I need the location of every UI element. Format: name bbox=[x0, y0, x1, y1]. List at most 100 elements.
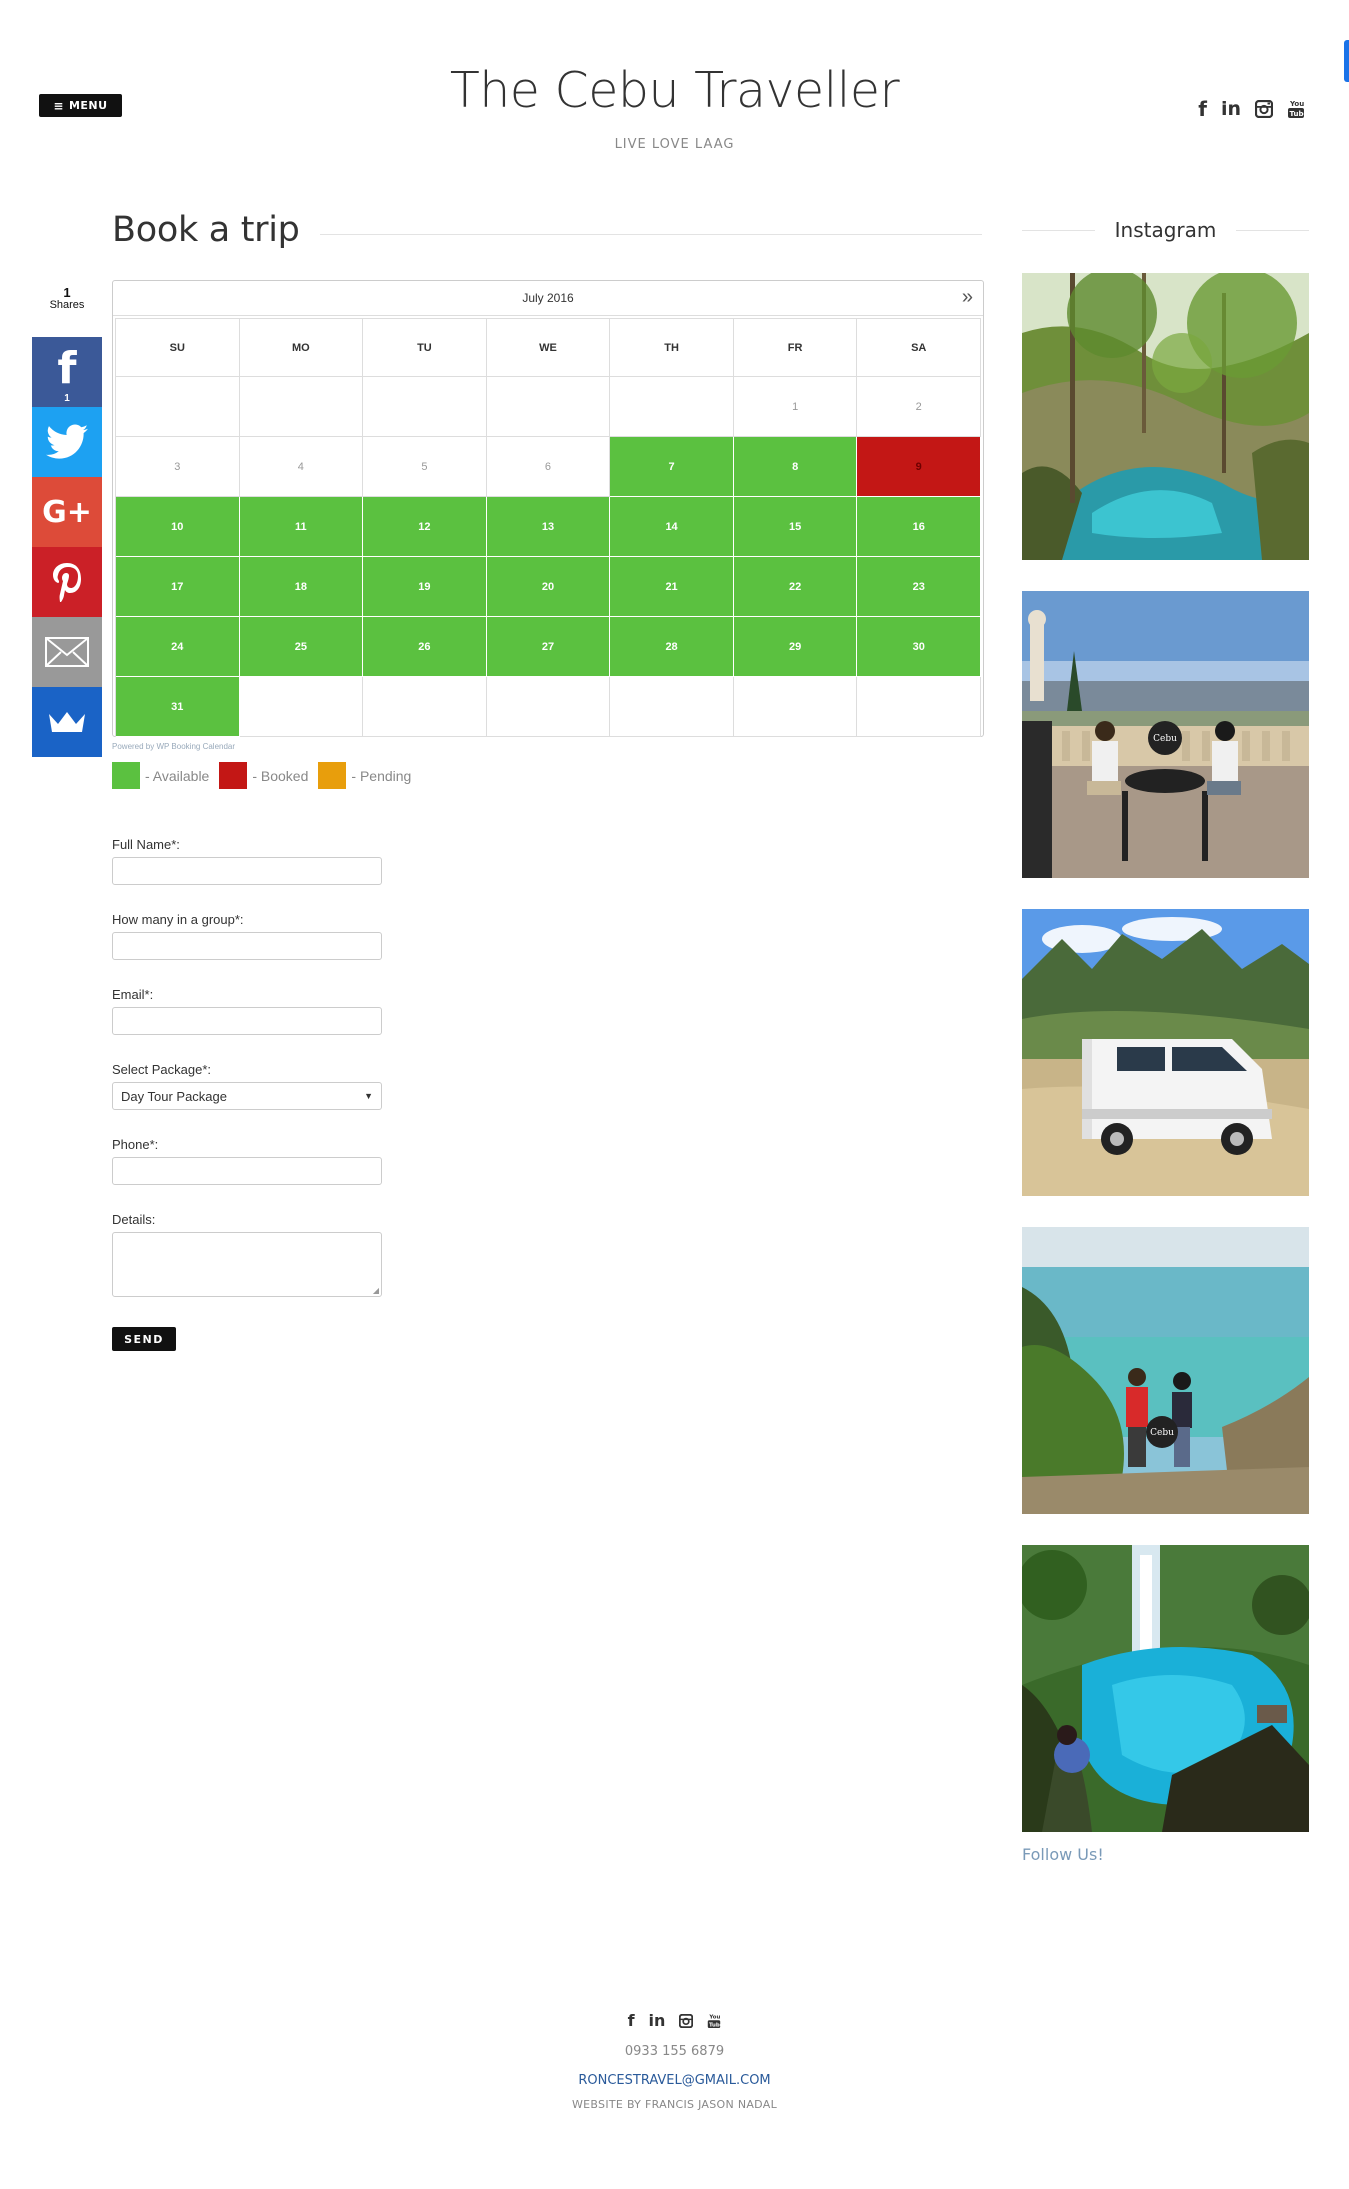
powered-by-link[interactable]: Powered by WP Booking Calendar bbox=[112, 742, 235, 751]
main-content: Book a trip July 2016 » SU MO TU WE TH FR SA 1 2… bbox=[112, 205, 984, 1351]
couple-on-terrace-photo[interactable]: Cebu bbox=[1022, 591, 1309, 878]
footer-email-link[interactable]: RONCESTRAVEL@GMAIL.COM bbox=[0, 2073, 1349, 2088]
calendar-day-26[interactable]: 26 bbox=[363, 617, 487, 677]
calendar-day-10[interactable]: 10 bbox=[116, 497, 240, 557]
legend-label: - Available bbox=[145, 767, 210, 784]
email-share-button[interactable] bbox=[32, 617, 102, 687]
footer-social-links: f in YouTube bbox=[0, 2010, 1349, 2032]
instagram-feed: Cebu Cebu Follow Us! bbox=[1022, 273, 1309, 1864]
twitter-share-button[interactable] bbox=[32, 407, 102, 477]
calendar-day-13[interactable]: 13 bbox=[486, 497, 611, 557]
legend-item: - Booked bbox=[219, 762, 308, 789]
calendar-day-16[interactable]: 16 bbox=[857, 497, 981, 557]
day-of-week-header: TH bbox=[610, 319, 734, 377]
calendar-day-19[interactable]: 19 bbox=[363, 557, 487, 617]
calendar-day-18[interactable]: 18 bbox=[239, 557, 364, 617]
footer-phone: 0933 155 6879 bbox=[624, 2044, 725, 2059]
next-month-button[interactable]: » bbox=[962, 286, 973, 309]
google-plus-share-button[interactable]: G+ bbox=[32, 477, 102, 547]
sumome-share-button[interactable] bbox=[32, 687, 102, 757]
calendar-day-8[interactable]: 8 bbox=[733, 437, 858, 497]
footer-credit: WEBSITE BY FRANCIS JASON NADAL bbox=[571, 2098, 778, 2111]
envelope-icon bbox=[45, 637, 89, 667]
calendar-day-12[interactable]: 12 bbox=[363, 497, 487, 557]
calendar-day-17[interactable]: 17 bbox=[116, 557, 240, 617]
package-label: Select Package*: bbox=[112, 1062, 212, 1077]
calendar-day-27[interactable]: 27 bbox=[486, 617, 611, 677]
calendar-month-label: July 2016 bbox=[522, 291, 574, 305]
full-name-label: Full Name*: bbox=[112, 837, 180, 852]
calendar-day-31[interactable]: 31 bbox=[116, 677, 240, 737]
calendar-empty-cell bbox=[857, 677, 981, 737]
calendar-day-25[interactable]: 25 bbox=[239, 617, 364, 677]
calendar-day-15[interactable]: 15 bbox=[733, 497, 858, 557]
day-of-week-header: FR bbox=[733, 319, 858, 377]
phone-field-group: Phone*: bbox=[112, 1137, 512, 1185]
calendar-day-29[interactable]: 29 bbox=[733, 617, 858, 677]
title-divider bbox=[319, 233, 982, 235]
share-count-number: 1 bbox=[63, 285, 71, 300]
calendar-day-6: 6 bbox=[486, 437, 611, 497]
send-button[interactable]: SEND bbox=[112, 1327, 176, 1351]
details-textarea[interactable]: ◢ bbox=[112, 1232, 382, 1297]
day-of-week-header: MO bbox=[239, 319, 364, 377]
pinterest-share-button[interactable] bbox=[32, 547, 102, 617]
day-of-week-header: WE bbox=[486, 319, 611, 377]
svg-text:Tube: Tube bbox=[709, 2022, 721, 2028]
details-label: Details: bbox=[112, 1212, 156, 1227]
svg-text:Cebu: Cebu bbox=[1153, 734, 1177, 744]
calendar-day-9: 9 bbox=[857, 437, 981, 497]
facebook-share-button[interactable]: f 1 bbox=[32, 337, 102, 407]
page-title: Book a trip bbox=[112, 210, 300, 250]
calendar-day-5: 5 bbox=[363, 437, 487, 497]
site-tagline: LIVE LOVE LAAG bbox=[614, 137, 735, 152]
package-select-value: Day Tour Package bbox=[121, 1088, 227, 1104]
river-canyon-photo[interactable] bbox=[1022, 273, 1309, 560]
instagram-icon[interactable] bbox=[1255, 100, 1273, 118]
calendar-empty-cell bbox=[239, 677, 364, 737]
calendar-day-7[interactable]: 7 bbox=[610, 437, 734, 497]
facebook-icon[interactable]: f bbox=[628, 2013, 635, 2029]
legend-label: - Booked bbox=[252, 767, 309, 784]
legend-swatch bbox=[219, 762, 248, 789]
calendar-legend: - Available - Booked - Pending bbox=[112, 762, 421, 789]
scroll-indicator bbox=[1344, 40, 1349, 82]
full-name-input[interactable] bbox=[112, 857, 382, 885]
calendar-day-11[interactable]: 11 bbox=[239, 497, 364, 557]
calendar-day-20[interactable]: 20 bbox=[486, 557, 611, 617]
email-input[interactable] bbox=[112, 1007, 382, 1035]
instagram-icon[interactable] bbox=[679, 2014, 694, 2028]
calendar-empty-cell bbox=[363, 377, 487, 437]
calendar-empty-cell bbox=[610, 377, 734, 437]
phone-input[interactable] bbox=[112, 1157, 382, 1185]
calendar-day-23[interactable]: 23 bbox=[857, 557, 981, 617]
sidebar-title-line-left bbox=[1022, 229, 1095, 231]
site-header: ≡ MENU The Cebu Traveller LIVE LOVE LAAG… bbox=[0, 0, 1349, 190]
site-title[interactable]: The Cebu Traveller bbox=[0, 62, 1349, 119]
instagram-widget-header: Instagram bbox=[1022, 205, 1309, 255]
white-van-mountains-photo[interactable] bbox=[1022, 909, 1309, 1196]
resize-handle-icon[interactable]: ◢ bbox=[373, 1286, 379, 1295]
facebook-icon[interactable]: f bbox=[1198, 99, 1207, 119]
calendar-day-30[interactable]: 30 bbox=[857, 617, 981, 677]
calendar-day-21[interactable]: 21 bbox=[610, 557, 734, 617]
follow-us-link[interactable]: Follow Us! bbox=[1022, 1845, 1309, 1864]
calendar-day-14[interactable]: 14 bbox=[610, 497, 734, 557]
youtube-icon[interactable]: YouTube bbox=[707, 2013, 721, 2029]
package-select[interactable]: Day Tour Package ▼ bbox=[112, 1082, 382, 1110]
booking-calendar: July 2016 » SU MO TU WE TH FR SA 1 2 3 4 5 6 7 8 9 10 11 1… bbox=[112, 280, 984, 737]
couple-on-cliff-sea-photo[interactable]: Cebu bbox=[1022, 1227, 1309, 1514]
linkedin-icon[interactable]: in bbox=[1221, 99, 1241, 119]
group-size-input[interactable] bbox=[112, 932, 382, 960]
phone-label: Phone*: bbox=[112, 1137, 159, 1152]
calendar-empty-cell bbox=[116, 377, 240, 437]
waterfall-blue-lagoon-photo[interactable] bbox=[1022, 1545, 1309, 1832]
youtube-icon[interactable]: YouTube bbox=[1287, 99, 1305, 119]
calendar-day-24[interactable]: 24 bbox=[116, 617, 240, 677]
calendar-day-22[interactable]: 22 bbox=[733, 557, 858, 617]
calendar-empty-cell bbox=[610, 677, 734, 737]
linkedin-icon[interactable]: in bbox=[649, 2013, 666, 2029]
facebook-share-count: 1 bbox=[64, 393, 70, 404]
facebook-icon: f bbox=[57, 343, 77, 394]
calendar-day-28[interactable]: 28 bbox=[610, 617, 734, 677]
